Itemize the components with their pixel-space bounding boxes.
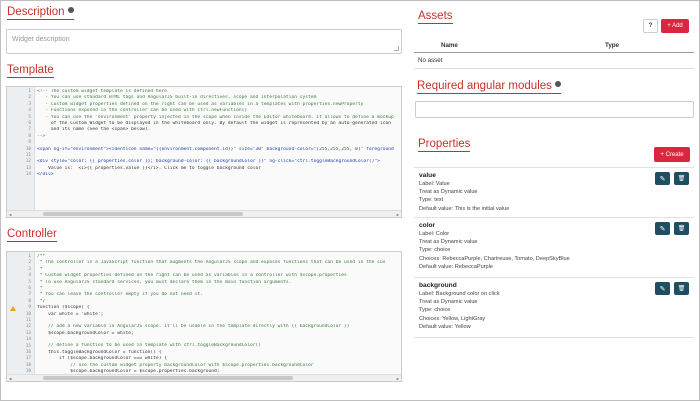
edit-icon[interactable]: ✎ <box>655 282 670 295</box>
property-extra: Default value: This is the initial value <box>419 205 510 212</box>
description-title: Description <box>7 6 74 20</box>
edit-icon[interactable]: ✎ <box>655 222 670 235</box>
template-title: Template <box>7 64 54 78</box>
property-label: Label: Color <box>419 231 450 237</box>
properties-divider <box>414 167 694 168</box>
controller-code[interactable]: /** * The controller is a JavaScript fun… <box>37 254 399 381</box>
edit-icon[interactable]: ✎ <box>655 172 670 185</box>
warning-icon <box>10 306 16 312</box>
add-asset-button[interactable]: + Add <box>661 19 689 33</box>
template-code[interactable]: <!-- The custom widget template is defin… <box>37 89 399 178</box>
scroll-right-icon[interactable]: ▶ <box>397 212 399 217</box>
help-icon: ? <box>648 23 653 29</box>
delete-icon[interactable]: 🗑 <box>674 222 689 235</box>
code-line[interactable]: <div style="color: {{ properties.color }… <box>37 159 399 165</box>
property-type: Type: choice <box>419 307 451 314</box>
info-icon <box>67 7 74 13</box>
modules-input[interactable] <box>415 101 694 118</box>
assets-col-name: Name <box>441 42 458 49</box>
help-button[interactable]: ? <box>643 19 658 33</box>
controller-editor[interactable]: 1234567891011121314151617181920 /** * Th… <box>6 251 402 382</box>
property-extra: Choices: RebeccaPurple, Chartreuse, Toma… <box>419 255 570 262</box>
assets-empty-text: No asset <box>418 57 443 64</box>
template-gutter: 1 2 3 4 5 6 7 8 9 10 11 12 13 14 <box>7 87 35 210</box>
template-editor[interactable]: 1 2 3 4 5 6 7 8 9 10 11 12 13 14 <!-- The custom widg… <box>6 86 402 218</box>
property-default: Default value: RebeccaPurple <box>419 263 494 270</box>
create-property-button[interactable]: + Create <box>654 147 690 162</box>
property-default: Default value: Yellow <box>419 323 471 330</box>
description-placeholder: Widget description <box>12 36 70 43</box>
property-card: color Label: Color Treat as Dynamic value T… <box>414 220 694 278</box>
property-treat: Treat as Dynamic value <box>419 299 478 306</box>
delete-icon[interactable]: 🗑 <box>674 282 689 295</box>
properties-title: Properties <box>418 138 471 152</box>
property-type: Type: text <box>419 197 444 204</box>
template-hscrollbar[interactable]: ◀ ▶ <box>7 210 401 217</box>
scroll-left-icon[interactable]: ◀ <box>9 212 11 217</box>
code-line[interactable]: <span ng-if="environment"><identicon nam… <box>37 147 399 153</box>
template-scroll-thumb[interactable] <box>43 212 243 216</box>
property-treat: Treat as Dynamic value <box>419 239 478 246</box>
scroll-right-icon[interactable]: ▶ <box>397 376 399 381</box>
property-card: background Label: Background color on cli… <box>414 280 694 338</box>
property-card: value Label: Value Treat as Dynamic value T… <box>414 170 694 218</box>
property-treat: Treat as Dynamic value <box>419 189 478 196</box>
property-name: background <box>419 282 457 289</box>
code-line[interactable]: - You can use the 'environment' property… <box>37 115 399 121</box>
delete-icon[interactable]: 🗑 <box>674 172 689 185</box>
controller-title: Controller <box>7 228 57 242</box>
controller-hscrollbar[interactable]: ◀ ▶ <box>7 374 401 381</box>
property-name: value <box>419 172 436 179</box>
assets-col-type: Type <box>605 42 619 49</box>
assets-divider <box>414 68 694 69</box>
code-line[interactable]: // add a new variable in AngularJS scope… <box>37 324 399 330</box>
modules-title: Required angular modules <box>417 80 561 94</box>
code-line[interactable]: * The controller is a JavaScript functio… <box>37 260 399 266</box>
code-line[interactable]: * Custom widget properties defined on th… <box>37 273 399 279</box>
info-icon <box>554 81 561 87</box>
controller-gutter: 1234567891011121314151617181920 <box>7 252 35 381</box>
resize-grip-icon[interactable] <box>394 46 399 51</box>
scroll-left-icon[interactable]: ◀ <box>9 376 11 381</box>
property-label: Label: Value <box>419 181 450 187</box>
property-name: color <box>419 222 436 229</box>
code-line[interactable]: </div> <box>37 172 399 178</box>
line-number: 14 <box>25 172 31 178</box>
assets-title: Assets <box>418 10 453 24</box>
assets-header-divider <box>414 52 694 53</box>
property-type: Type: choice <box>419 247 451 254</box>
property-label: Label: Background color on click <box>419 291 500 297</box>
controller-scroll-thumb[interactable] <box>43 376 293 380</box>
description-textarea[interactable]: Widget description <box>6 29 402 54</box>
property-extra: Choices: Yellow, LightGray <box>419 315 486 322</box>
